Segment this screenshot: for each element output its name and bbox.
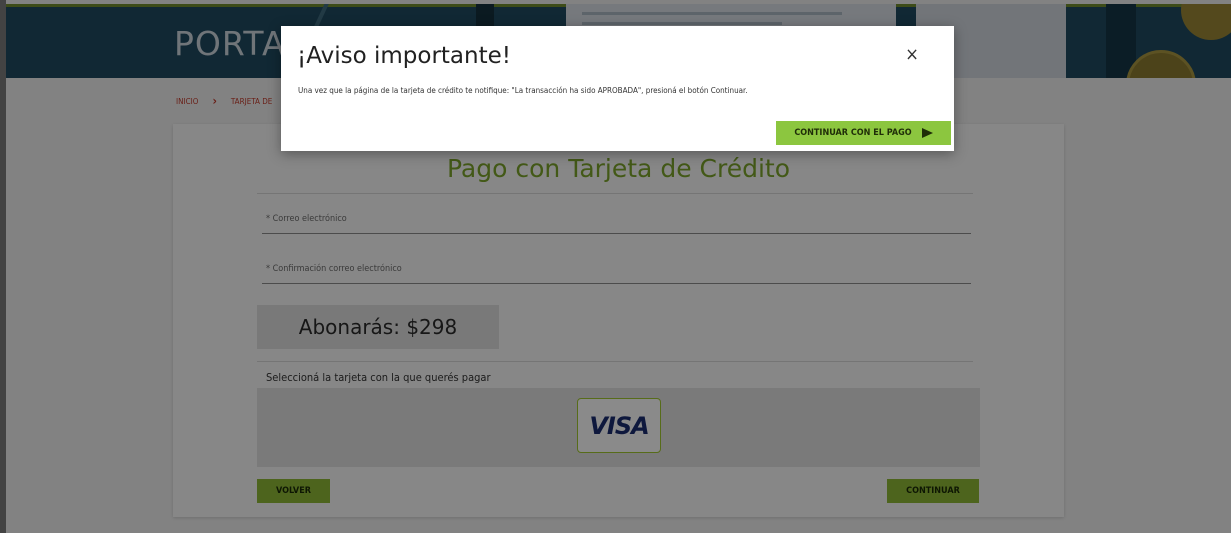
send-arrow-icon (921, 128, 933, 138)
important-notice-modal: ¡Aviso importante! × Una vez que la pági… (281, 26, 954, 151)
continue-payment-button[interactable]: CONTINUAR CON EL PAGO (776, 121, 951, 145)
modal-title: ¡Aviso importante! (297, 43, 511, 69)
modal-message: Una vez que la página de la tarjeta de c… (298, 86, 748, 95)
continue-payment-label: CONTINUAR CON EL PAGO (794, 128, 912, 138)
close-icon[interactable]: × (900, 42, 924, 66)
